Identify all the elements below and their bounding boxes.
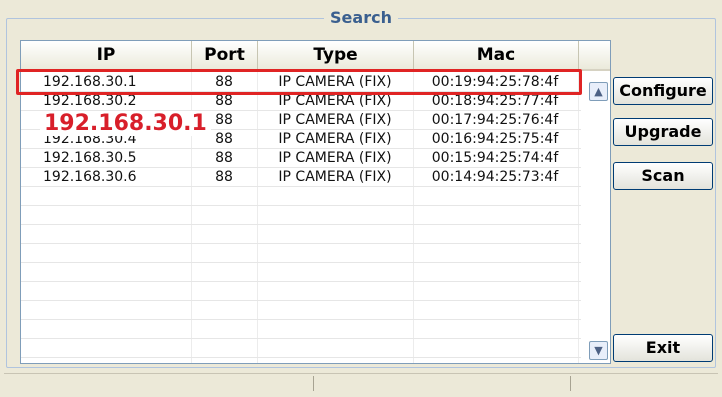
selected-row-highlight xyxy=(16,69,582,95)
configure-button[interactable]: Configure xyxy=(613,77,713,105)
empty-row xyxy=(21,320,581,339)
status-divider xyxy=(570,376,571,391)
list-header: IP Port Type Mac xyxy=(21,41,610,71)
port-cell: 88 xyxy=(215,169,233,185)
column-header-filler xyxy=(579,41,610,71)
column-header-ip[interactable]: IP xyxy=(21,41,192,71)
group-title: Search xyxy=(324,8,398,27)
empty-row xyxy=(21,301,581,320)
empty-row xyxy=(21,225,581,244)
column-header-port[interactable]: Port xyxy=(192,41,258,71)
scan-button[interactable]: Scan xyxy=(613,162,713,190)
table-row[interactable]: 192.168.30.5 88 IP CAMERA (FIX) 00:15:94:25… xyxy=(21,149,581,168)
chevron-down-icon[interactable]: ▼ xyxy=(589,341,608,360)
table-row[interactable]: 192.168.30.6 88 IP CAMERA (FIX) 00:14:94:25… xyxy=(21,168,581,187)
empty-row xyxy=(21,187,581,206)
mac-cell: 00:15:94:25:74:4f xyxy=(431,150,559,166)
port-cell: 88 xyxy=(215,150,233,166)
empty-row xyxy=(21,244,581,263)
status-bar xyxy=(4,373,718,394)
type-cell: IP CAMERA (FIX) xyxy=(278,131,392,147)
type-cell: IP CAMERA (FIX) xyxy=(278,150,392,166)
empty-row xyxy=(21,206,581,225)
type-cell: IP CAMERA (FIX) xyxy=(278,169,392,185)
type-cell: IP CAMERA (FIX) xyxy=(278,112,392,128)
ip-cell: 192.168.30.5 xyxy=(43,150,137,166)
status-divider xyxy=(313,376,314,391)
empty-row xyxy=(21,282,581,301)
mac-cell: 00:14:94:25:73:4f xyxy=(431,169,559,185)
upgrade-button[interactable]: Upgrade xyxy=(613,118,713,146)
chevron-up-icon[interactable]: ▲ xyxy=(589,82,608,101)
column-header-mac[interactable]: Mac xyxy=(414,41,579,71)
ip-callout-label: 192.168.30.1 xyxy=(40,111,211,136)
mac-cell: 00:17:94:25:76:4f xyxy=(431,112,559,128)
empty-row xyxy=(21,263,581,282)
empty-row xyxy=(21,339,581,358)
mac-cell: 00:16:94:25:75:4f xyxy=(431,131,559,147)
ip-cell: 192.168.30.6 xyxy=(43,169,137,185)
exit-button[interactable]: Exit xyxy=(613,334,713,362)
column-header-type[interactable]: Type xyxy=(258,41,414,71)
